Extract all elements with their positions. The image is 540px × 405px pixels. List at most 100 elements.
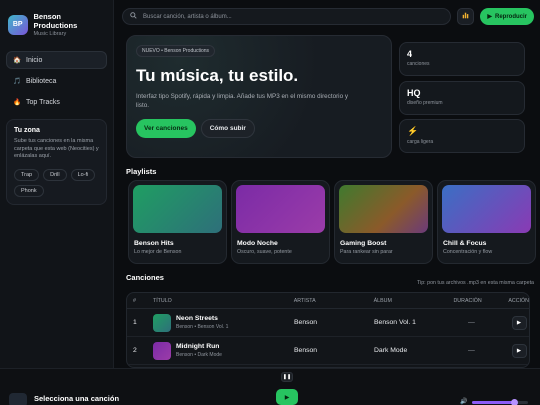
stat-quality: HQ diseño premium xyxy=(399,81,525,115)
playlist-name: Modo Noche xyxy=(237,240,278,247)
playlist-card[interactable]: Chill & Focus Concentración y flow xyxy=(437,180,536,264)
playlist-name: Gaming Boost xyxy=(340,240,387,247)
nav-item-top-tracks[interactable]: 🔥 Top Tracks xyxy=(6,93,107,111)
play-all-button[interactable]: ▶ Reproducir xyxy=(480,8,534,25)
nav-item-inicio[interactable]: 🏠 Inicio xyxy=(6,51,107,69)
table-row[interactable]: 2 Midnight Run Benson • Dark Mode Benson… xyxy=(127,337,529,365)
stat-value: 4 xyxy=(407,49,413,59)
stat-songs: 4 canciones xyxy=(399,42,525,76)
brand-logo: BP xyxy=(8,14,28,35)
now-playing-cover xyxy=(9,393,27,405)
stat-speed: ⚡ carga ligera xyxy=(399,119,525,153)
playlist-desc: Concentración y flow xyxy=(443,249,493,255)
volume-knob[interactable] xyxy=(510,399,518,405)
brand[interactable]: BP Benson Productions Music Library xyxy=(6,8,107,51)
volume-slider[interactable] xyxy=(472,399,528,405)
tag-lofi[interactable]: Lo-fi xyxy=(70,169,96,182)
playlist-card[interactable]: Modo Noche Oscuro, suave, potente xyxy=(231,180,330,264)
stat-label: canciones xyxy=(407,61,430,67)
stat-label: carga ligera xyxy=(407,139,434,145)
brand-subtitle: Music Library xyxy=(33,31,67,37)
tag-trap[interactable]: Trap xyxy=(14,169,40,182)
songs-table: # TÍTULO ARTISTA ÁLBUM DURACIÓN ACCIÓN 1… xyxy=(126,292,530,368)
header-duration: DURACIÓN xyxy=(453,297,482,304)
row-number: 2 xyxy=(133,347,137,354)
zone-text: Sube tus canciones en la misma carpeta q… xyxy=(14,138,99,160)
songs-heading: Canciones xyxy=(126,273,164,282)
playlist-card[interactable]: Gaming Boost Para rankear sin parar xyxy=(334,180,433,264)
playlist-name: Chill & Focus xyxy=(443,240,487,247)
song-artist: Benson xyxy=(294,319,318,326)
song-album: Benson Vol. 1 xyxy=(374,319,416,326)
song-album: Dark Mode xyxy=(374,347,408,354)
equalizer-icon xyxy=(462,12,469,21)
nav-item-biblioteca[interactable]: 🎵 Biblioteca xyxy=(6,72,107,90)
play-all-label: Reproducir xyxy=(494,13,527,20)
header-title: TÍTULO xyxy=(152,297,172,304)
playlist-card[interactable]: Benson Hits Lo mejor de Benson xyxy=(128,180,227,264)
hero-subtitle: Interfaz tipo Spotify, rápida y limpia. … xyxy=(136,93,348,110)
lightning-icon: ⚡ xyxy=(407,126,419,136)
sidebar: BP Benson Productions Music Library 🏠 In… xyxy=(0,0,114,368)
volume-icon: 🔊 xyxy=(460,399,468,405)
nav-label: Biblioteca xyxy=(26,77,57,85)
volume-fill xyxy=(472,401,514,404)
table-header: # TÍTULO ARTISTA ÁLBUM DURACIÓN ACCIÓN xyxy=(127,293,529,309)
song-artist: Benson xyxy=(294,347,318,354)
stat-label: diseño premium xyxy=(407,100,443,106)
search-placeholder: Buscar canción, artista o álbum... xyxy=(143,13,232,20)
play-icon: ▶ xyxy=(487,14,492,20)
tag-drill[interactable]: Drill xyxy=(43,169,67,182)
now-playing-title: Selecciona una canción xyxy=(34,394,120,403)
header-action: ACCIÓN xyxy=(508,297,529,304)
pause-button[interactable]: ❚❚ xyxy=(281,372,293,382)
music-note-icon: 🎵 xyxy=(13,78,22,85)
genre-tags: Trap Drill Lo-fi Phonk xyxy=(14,169,99,198)
playlist-desc: Para rankear sin parar xyxy=(340,249,393,255)
hero-title: Tu música, tu estilo. xyxy=(136,66,299,85)
search-icon xyxy=(130,12,137,21)
song-thumbnail xyxy=(153,341,171,360)
brand-name: Benson Productions xyxy=(33,12,78,30)
song-duration: — xyxy=(468,347,475,354)
song-subtitle: Benson • Dark Mode xyxy=(176,352,222,358)
how-to-upload-button[interactable]: Cómo subir xyxy=(200,119,255,139)
header-artist: ARTISTA xyxy=(293,297,316,304)
view-songs-button[interactable]: Ver canciones xyxy=(136,119,196,139)
song-subtitle: Benson • Benson Vol. 1 xyxy=(176,324,229,330)
home-icon: 🏠 xyxy=(13,57,22,64)
playlist-cover xyxy=(339,185,428,233)
playlist-desc: Oscuro, suave, potente xyxy=(237,249,292,255)
search-input[interactable]: Buscar canción, artista o álbum... xyxy=(122,8,452,25)
zone-title: Tu zona xyxy=(14,127,40,134)
top-bar: Buscar canción, artista o álbum... ▶ Rep… xyxy=(122,8,534,26)
fire-icon: 🔥 xyxy=(13,99,22,106)
playlist-cover xyxy=(236,185,325,233)
songs-hint: Tip: pon tus archivos .mp3 en esta misma… xyxy=(417,280,534,286)
song-thumbnail xyxy=(153,313,171,332)
song-title: Midnight Run xyxy=(176,343,220,350)
equalizer-button[interactable] xyxy=(457,8,475,25)
upload-zone-card: Tu zona Sube tus canciones en la misma c… xyxy=(6,119,107,206)
play-icon: ▶ xyxy=(516,347,522,354)
play-icon: ▶ xyxy=(284,394,290,401)
playlist-desc: Lo mejor de Benson xyxy=(134,249,182,255)
song-duration: — xyxy=(468,319,475,326)
player-play-button[interactable]: ▶ xyxy=(276,389,298,405)
table-row[interactable]: 1 Neon Streets Benson • Benson Vol. 1 Be… xyxy=(127,309,529,337)
hero-banner: NUEVO • Benson Productions Tu música, tu… xyxy=(126,35,392,158)
playlist-name: Benson Hits xyxy=(134,240,174,247)
playlist-cover xyxy=(442,185,531,233)
hero-badge: NUEVO • Benson Productions xyxy=(136,45,216,57)
tag-phonk[interactable]: Phonk xyxy=(14,185,44,198)
stat-value: HQ xyxy=(407,88,421,98)
row-play-button[interactable]: ▶ xyxy=(511,315,527,330)
header-number: # xyxy=(133,297,136,304)
nav-label: Top Tracks xyxy=(26,98,60,106)
song-title: Neon Streets xyxy=(176,315,218,322)
play-icon: ▶ xyxy=(516,319,522,326)
row-play-button[interactable]: ▶ xyxy=(511,343,527,358)
pause-icon: ❚❚ xyxy=(282,374,292,380)
nav-label: Inicio xyxy=(26,56,43,64)
playlist-cover xyxy=(133,185,222,233)
